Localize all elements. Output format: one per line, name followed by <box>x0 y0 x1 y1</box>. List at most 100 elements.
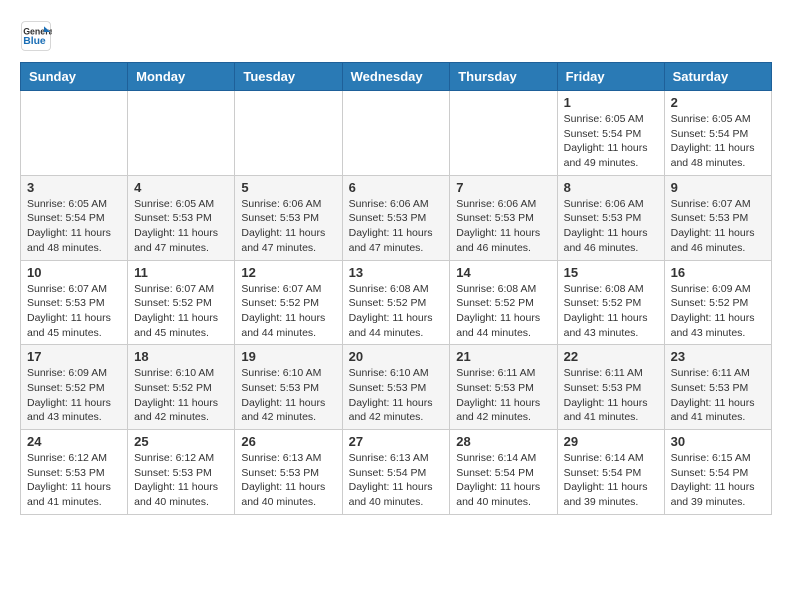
calendar-cell: 21 Sunrise: 6:11 AM Sunset: 5:53 PM Dayli… <box>450 345 557 430</box>
day-info: Sunrise: 6:06 AM Sunset: 5:53 PM Dayligh… <box>349 197 444 256</box>
calendar-cell <box>342 91 450 176</box>
calendar-cell: 2 Sunrise: 6:05 AM Sunset: 5:54 PM Daylig… <box>664 91 771 176</box>
day-number: 15 <box>564 265 658 280</box>
calendar-cell: 20 Sunrise: 6:10 AM Sunset: 5:53 PM Dayli… <box>342 345 450 430</box>
day-info: Sunrise: 6:12 AM Sunset: 5:53 PM Dayligh… <box>134 451 228 510</box>
weekday-header-monday: Monday <box>128 63 235 91</box>
day-info: Sunrise: 6:10 AM Sunset: 5:52 PM Dayligh… <box>134 366 228 425</box>
day-info: Sunrise: 6:08 AM Sunset: 5:52 PM Dayligh… <box>349 282 444 341</box>
calendar-cell: 22 Sunrise: 6:11 AM Sunset: 5:53 PM Dayli… <box>557 345 664 430</box>
calendar-cell <box>128 91 235 176</box>
day-info: Sunrise: 6:06 AM Sunset: 5:53 PM Dayligh… <box>564 197 658 256</box>
day-info: Sunrise: 6:08 AM Sunset: 5:52 PM Dayligh… <box>564 282 658 341</box>
day-info: Sunrise: 6:07 AM Sunset: 5:53 PM Dayligh… <box>671 197 765 256</box>
day-number: 30 <box>671 434 765 449</box>
day-number: 1 <box>564 95 658 110</box>
day-number: 2 <box>671 95 765 110</box>
calendar-cell: 4 Sunrise: 6:05 AM Sunset: 5:53 PM Daylig… <box>128 175 235 260</box>
calendar-cell <box>235 91 342 176</box>
day-info: Sunrise: 6:05 AM Sunset: 5:53 PM Dayligh… <box>134 197 228 256</box>
day-number: 3 <box>27 180 121 195</box>
weekday-header-friday: Friday <box>557 63 664 91</box>
day-number: 11 <box>134 265 228 280</box>
day-info: Sunrise: 6:15 AM Sunset: 5:54 PM Dayligh… <box>671 451 765 510</box>
day-number: 25 <box>134 434 228 449</box>
day-info: Sunrise: 6:13 AM Sunset: 5:54 PM Dayligh… <box>349 451 444 510</box>
day-number: 7 <box>456 180 550 195</box>
day-number: 6 <box>349 180 444 195</box>
calendar-cell: 23Sunrise: 6:11 AM Sunset: 5:53 PM Dayli… <box>664 345 771 430</box>
calendar-cell: 17 Sunrise: 6:09 AM Sunset: 5:52 PM Dayli… <box>21 345 128 430</box>
calendar-table: SundayMondayTuesdayWednesdayThursdayFrid… <box>20 62 772 515</box>
calendar-cell: 29 Sunrise: 6:14 AM Sunset: 5:54 PM Dayli… <box>557 430 664 515</box>
calendar-cell: 9 Sunrise: 6:07 AM Sunset: 5:53 PM Daylig… <box>664 175 771 260</box>
calendar-cell: 8 Sunrise: 6:06 AM Sunset: 5:53 PM Daylig… <box>557 175 664 260</box>
day-number: 21 <box>456 349 550 364</box>
logo-icon: General Blue <box>20 20 52 52</box>
day-info: Sunrise: 6:14 AM Sunset: 5:54 PM Dayligh… <box>564 451 658 510</box>
day-info: Sunrise: 6:14 AM Sunset: 5:54 PM Dayligh… <box>456 451 550 510</box>
day-info: Sunrise: 6:10 AM Sunset: 5:53 PM Dayligh… <box>241 366 335 425</box>
svg-text:Blue: Blue <box>23 36 46 47</box>
calendar-week-2: 3 Sunrise: 6:05 AM Sunset: 5:54 PM Daylig… <box>21 175 772 260</box>
day-info: Sunrise: 6:05 AM Sunset: 5:54 PM Dayligh… <box>671 112 765 171</box>
day-number: 27 <box>349 434 444 449</box>
calendar-cell: 14 Sunrise: 6:08 AM Sunset: 5:52 PM Dayli… <box>450 260 557 345</box>
day-number: 4 <box>134 180 228 195</box>
calendar-cell: 1Sunrise: 6:05 AM Sunset: 5:54 PM Daylig… <box>557 91 664 176</box>
calendar-cell <box>21 91 128 176</box>
day-info: Sunrise: 6:05 AM Sunset: 5:54 PM Dayligh… <box>27 197 121 256</box>
day-info: Sunrise: 6:09 AM Sunset: 5:52 PM Dayligh… <box>671 282 765 341</box>
day-info: Sunrise: 6:08 AM Sunset: 5:52 PM Dayligh… <box>456 282 550 341</box>
calendar-week-4: 17 Sunrise: 6:09 AM Sunset: 5:52 PM Dayli… <box>21 345 772 430</box>
day-info: Sunrise: 6:07 AM Sunset: 5:53 PM Dayligh… <box>27 282 121 341</box>
day-number: 26 <box>241 434 335 449</box>
day-number: 16 <box>671 265 765 280</box>
calendar-header-row: SundayMondayTuesdayWednesdayThursdayFrid… <box>21 63 772 91</box>
day-number: 9 <box>671 180 765 195</box>
day-number: 5 <box>241 180 335 195</box>
calendar-cell: 26 Sunrise: 6:13 AM Sunset: 5:53 PM Dayli… <box>235 430 342 515</box>
day-number: 24 <box>27 434 121 449</box>
calendar-cell: 5 Sunrise: 6:06 AM Sunset: 5:53 PM Daylig… <box>235 175 342 260</box>
calendar-cell: 15 Sunrise: 6:08 AM Sunset: 5:52 PM Dayli… <box>557 260 664 345</box>
day-number: 14 <box>456 265 550 280</box>
day-info: Sunrise: 6:07 AM Sunset: 5:52 PM Dayligh… <box>241 282 335 341</box>
day-number: 8 <box>564 180 658 195</box>
day-number: 22 <box>564 349 658 364</box>
day-info: Sunrise: 6:10 AM Sunset: 5:53 PM Dayligh… <box>349 366 444 425</box>
day-info: Sunrise: 6:09 AM Sunset: 5:52 PM Dayligh… <box>27 366 121 425</box>
calendar-week-5: 24 Sunrise: 6:12 AM Sunset: 5:53 PM Dayli… <box>21 430 772 515</box>
calendar-cell: 28 Sunrise: 6:14 AM Sunset: 5:54 PM Dayli… <box>450 430 557 515</box>
calendar-cell: 10Sunrise: 6:07 AM Sunset: 5:53 PM Dayli… <box>21 260 128 345</box>
calendar-week-1: 1 Sunrise: 6:05 AM Sunset: 5:54 PM Daylig… <box>21 91 772 176</box>
day-info: Sunrise: 6:11 AM Sunset: 5:53 PM Dayligh… <box>456 366 550 425</box>
calendar-cell: 12 Sunrise: 6:07 AM Sunset: 5:52 PM Dayli… <box>235 260 342 345</box>
day-number: 18 <box>134 349 228 364</box>
day-info: Sunrise: 6:11 AM Sunset: 5:53 PM Dayligh… <box>564 366 658 425</box>
calendar-cell: 11Sunrise: 6:07 AM Sunset: 5:52 PM Dayli… <box>128 260 235 345</box>
day-number: 29 <box>564 434 658 449</box>
day-number: 17 <box>27 349 121 364</box>
weekday-header-saturday: Saturday <box>664 63 771 91</box>
day-info: Sunrise: 6:13 AM Sunset: 5:53 PM Dayligh… <box>241 451 335 510</box>
day-number: 28 <box>456 434 550 449</box>
calendar-cell: 13 Sunrise: 6:08 AM Sunset: 5:52 PM Dayli… <box>342 260 450 345</box>
calendar-cell: 19Sunrise: 6:10 AM Sunset: 5:53 PM Dayli… <box>235 345 342 430</box>
day-number: 23 <box>671 349 765 364</box>
logo: General Blue <box>20 20 56 52</box>
calendar-cell: 16 Sunrise: 6:09 AM Sunset: 5:52 PM Dayli… <box>664 260 771 345</box>
day-info: Sunrise: 6:12 AM Sunset: 5:53 PM Dayligh… <box>27 451 121 510</box>
weekday-header-tuesday: Tuesday <box>235 63 342 91</box>
weekday-header-wednesday: Wednesday <box>342 63 450 91</box>
day-number: 13 <box>349 265 444 280</box>
page-header: General Blue <box>20 20 772 52</box>
calendar-cell: 24 Sunrise: 6:12 AM Sunset: 5:53 PM Dayli… <box>21 430 128 515</box>
day-number: 20 <box>349 349 444 364</box>
weekday-header-sunday: Sunday <box>21 63 128 91</box>
day-number: 12 <box>241 265 335 280</box>
calendar-cell: 7Sunrise: 6:06 AM Sunset: 5:53 PM Daylig… <box>450 175 557 260</box>
calendar-week-3: 10Sunrise: 6:07 AM Sunset: 5:53 PM Dayli… <box>21 260 772 345</box>
day-info: Sunrise: 6:06 AM Sunset: 5:53 PM Dayligh… <box>241 197 335 256</box>
calendar-cell: 27 Sunrise: 6:13 AM Sunset: 5:54 PM Dayli… <box>342 430 450 515</box>
